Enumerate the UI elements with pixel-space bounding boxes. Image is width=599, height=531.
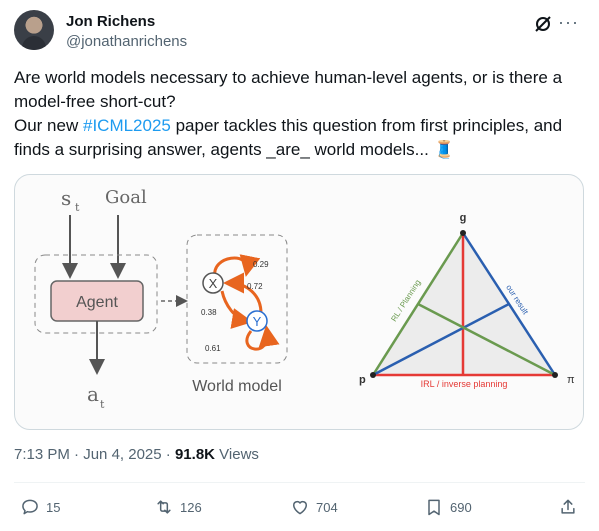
vertex-p: p — [359, 374, 366, 386]
action-label: a — [87, 382, 99, 406]
hashtag-link[interactable]: #ICML2025 — [83, 116, 171, 135]
agent-label: Agent — [76, 294, 118, 311]
prob-2: 0.72 — [247, 282, 263, 291]
vertex-pi: π — [567, 374, 575, 386]
tweet-date[interactable]: Jun 4, 2025 — [83, 446, 161, 463]
state-subscript: t — [75, 201, 80, 214]
prob-4: 0.61 — [205, 344, 221, 353]
meta-separator: · — [165, 446, 171, 463]
world-model-boundary — [186, 234, 288, 364]
tweet-line-2-start: Our new — [14, 116, 83, 135]
repost-count: 126 — [180, 499, 202, 515]
meta-separator: · — [74, 446, 80, 463]
edge-label-irl: IRL / inverse planning — [421, 379, 508, 389]
action-bar: 15 126 704 690 — [14, 494, 585, 520]
like-button[interactable]: 704 — [290, 494, 338, 520]
more-icon[interactable]: ··· — [558, 12, 579, 33]
node-x-label: X — [209, 276, 218, 291]
tweet-media[interactable]: s t Goal Agent a t X Y 0.29 0.72 0.38 0.… — [14, 174, 584, 430]
avatar[interactable] — [14, 10, 54, 50]
y-self-loop — [245, 325, 280, 351]
vertex-pi-dot — [552, 372, 558, 378]
prob-3: 0.38 — [201, 308, 217, 317]
tweet-header: Jon Richens @jonathanrichens ··· — [14, 10, 585, 56]
author-handle[interactable]: @jonathanrichens — [66, 33, 187, 50]
tweet-meta: 7:13 PM · Jun 4, 2025 · 91.8K Views — [14, 446, 259, 463]
tweet-line-2: Our new #ICML2025 paper tackles this que… — [14, 114, 585, 162]
bookmark-button[interactable]: 690 — [424, 494, 472, 520]
x-to-y-edge — [220, 290, 253, 329]
repost-icon — [157, 500, 171, 514]
reply-count: 15 — [46, 499, 61, 515]
share-icon — [561, 499, 575, 514]
like-icon — [293, 500, 307, 515]
vertex-g-dot — [460, 230, 466, 236]
figure: s t Goal Agent a t X Y 0.29 0.72 0.38 0.… — [34, 186, 575, 411]
thread-emoji: 🧵 — [433, 140, 455, 159]
x-self-loop — [213, 254, 261, 278]
tweet-text: Are world models necessary to achieve hu… — [14, 66, 585, 162]
views-label: Views — [219, 446, 259, 463]
node-y-label: Y — [253, 314, 262, 329]
author-name[interactable]: Jon Richens — [66, 13, 155, 30]
divider — [14, 482, 585, 483]
state-label: s — [61, 186, 71, 210]
reply-button[interactable]: 15 — [20, 494, 60, 520]
vertex-p-dot — [370, 372, 376, 378]
prob-1: 0.29 — [253, 260, 269, 269]
tweet-line-1: Are world models necessary to achieve hu… — [14, 68, 563, 111]
share-button[interactable] — [558, 494, 584, 520]
repost-button[interactable]: 126 — [154, 494, 202, 520]
vertex-g: g — [460, 212, 467, 224]
grok-icon[interactable] — [533, 14, 553, 34]
world-model-label: World model — [192, 378, 282, 395]
reply-icon — [22, 499, 38, 515]
bookmark-count: 690 — [450, 499, 472, 515]
tweet-time[interactable]: 7:13 PM — [14, 446, 70, 463]
goal-label: Goal — [105, 187, 147, 208]
like-count: 704 — [316, 499, 338, 515]
views-count: 91.8K — [174, 446, 215, 463]
action-subscript: t — [100, 398, 105, 411]
bookmark-icon — [428, 499, 440, 516]
